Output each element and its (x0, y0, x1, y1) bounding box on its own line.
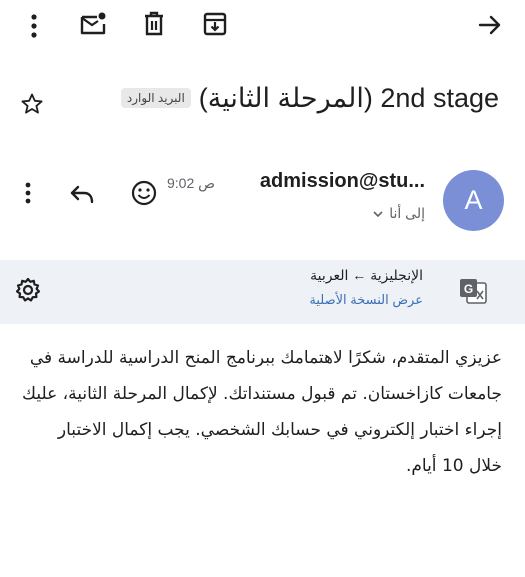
translation-bar (0, 260, 525, 324)
archive-icon[interactable] (202, 10, 228, 38)
recipient-toggle[interactable]: إلى أنا (373, 205, 425, 222)
sent-time: 9:02 ص (167, 175, 216, 191)
translation-info: الإنجليزية ← العربية عرض النسخة الأصلية (309, 267, 423, 308)
show-original-link[interactable]: عرض النسخة الأصلية (309, 292, 423, 308)
delete-icon[interactable] (141, 10, 167, 38)
sender-avatar[interactable]: A (443, 170, 504, 231)
emoji-reaction-icon[interactable] (130, 179, 158, 207)
mark-unread-icon[interactable] (79, 10, 107, 38)
recipient-label: إلى أنا (389, 205, 425, 221)
translate-icon: G (458, 277, 488, 305)
reply-icon[interactable] (68, 180, 96, 208)
more-vertical-icon[interactable] (22, 12, 46, 40)
inbox-label-badge[interactable]: البريد الوارد (120, 88, 191, 108)
svg-text:G: G (464, 282, 473, 296)
translation-languages: الإنجليزية ← العربية (310, 267, 423, 283)
message-more-icon[interactable] (20, 180, 36, 208)
chevron-down-icon (373, 210, 383, 218)
gear-icon[interactable] (14, 276, 42, 304)
sender-name[interactable]: admission@stu... (260, 170, 425, 193)
back-arrow-icon[interactable] (476, 11, 504, 39)
subject-title: (المرحلة الثانية) 2nd stage (198, 82, 499, 113)
email-body: عزيزي المتقدم، شكرًا لاهتمامك ببرنامج ال… (22, 348, 502, 476)
email-subject: (المرحلة الثانية) 2nd stage البريد الوار… (120, 78, 499, 118)
star-icon[interactable] (20, 92, 44, 116)
